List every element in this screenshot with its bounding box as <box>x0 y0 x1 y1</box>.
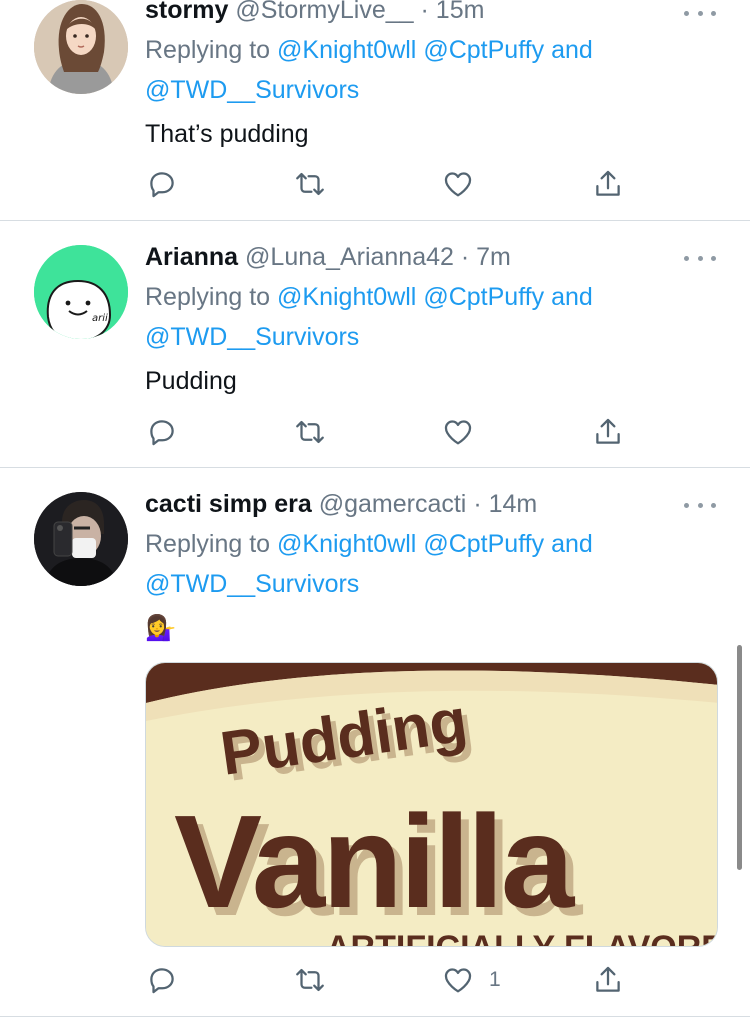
replying-prefix: Replying to <box>145 530 271 558</box>
retweet-button[interactable] <box>293 960 327 1000</box>
replying-to: Replying to @Knight0wll @CptPuffy and @T… <box>145 277 725 357</box>
like-button[interactable]: 1 <box>441 960 501 1000</box>
replying-to: Replying to @Knight0wll @CptPuffy and @T… <box>145 524 725 604</box>
tweet-image[interactable]: Pudding Pudding Vanilla Vanilla ARTIFICI… <box>145 662 718 947</box>
tweet-time[interactable]: 7m <box>476 243 511 271</box>
mention-conjunction[interactable]: and <box>551 36 593 64</box>
like-icon <box>444 420 472 445</box>
user-handle[interactable]: @gamercacti <box>319 490 467 518</box>
tweet-time[interactable]: 14m <box>489 490 538 518</box>
like-icon <box>444 172 472 197</box>
like-button[interactable] <box>441 164 475 204</box>
tweet-emoji: 💁‍♀️ <box>145 613 177 642</box>
tweet-actions: 1 <box>145 960 645 1000</box>
share-button[interactable] <box>591 960 625 1000</box>
retweet-icon <box>296 968 324 992</box>
mention-conjunction[interactable]: and <box>551 530 593 558</box>
tweet-stormy[interactable]: stormy @StormyLive__ · 15m Replying to @… <box>0 0 750 220</box>
reply-icon <box>150 968 174 994</box>
avatar-illustration <box>34 492 128 586</box>
separator-dot: · <box>460 243 470 271</box>
mention-link[interactable]: @TWD__Survivors <box>145 570 359 598</box>
mention-link[interactable]: @Knight0wll <box>277 283 416 311</box>
retweet-icon <box>296 420 324 444</box>
mention-link[interactable]: @TWD__Survivors <box>145 323 359 351</box>
like-count: 1 <box>489 968 501 991</box>
share-button[interactable] <box>591 412 625 452</box>
tweet-actions <box>145 164 645 204</box>
pudding-vanilla-image: Pudding Pudding Vanilla Vanilla ARTIFICI… <box>146 663 718 947</box>
reply-icon <box>150 420 174 446</box>
mention-link[interactable]: @CptPuffy <box>423 530 544 558</box>
like-button[interactable] <box>441 412 475 452</box>
image-text-vanilla: Vanilla <box>174 788 576 935</box>
scrollbar[interactable] <box>737 645 742 870</box>
mention-link[interactable]: @Knight0wll <box>277 530 416 558</box>
avatar[interactable] <box>34 492 128 586</box>
user-handle[interactable]: @StormyLive__ <box>235 0 413 24</box>
tweet-arianna[interactable]: arii Arianna @Luna_Arianna42 · 7m Replyi… <box>0 221 750 467</box>
image-text-flavored: ARTIFICIALLY FLAVORED <box>326 929 718 947</box>
tweet-actions <box>145 412 645 452</box>
share-button[interactable] <box>591 164 625 204</box>
separator-dot: · <box>420 0 429 24</box>
tweet-text: Pudding <box>145 367 237 395</box>
replying-to: Replying to @Knight0wll @CptPuffy and @T… <box>145 30 725 110</box>
display-name[interactable]: Arianna <box>145 243 238 271</box>
retweet-icon <box>296 172 324 196</box>
user-handle[interactable]: @Luna_Arianna42 <box>245 243 454 271</box>
reply-icon <box>150 172 174 198</box>
mention-link[interactable]: @CptPuffy <box>423 36 544 64</box>
mention-conjunction[interactable]: and <box>551 283 593 311</box>
display-name[interactable]: cacti simp era <box>145 490 312 518</box>
reply-button[interactable] <box>145 960 179 1000</box>
mention-link[interactable]: @CptPuffy <box>423 283 544 311</box>
mention-link[interactable]: @TWD__Survivors <box>145 76 359 104</box>
reply-button[interactable] <box>145 412 179 452</box>
tweet-text: That’s pudding <box>145 120 309 148</box>
tweet-time[interactable]: 15m <box>436 0 485 24</box>
share-icon <box>596 418 620 444</box>
tweet-header: cacti simp era @gamercacti · 14m <box>145 488 725 520</box>
separator-dot: · <box>473 490 482 518</box>
tweet-divider <box>0 1016 750 1017</box>
tweet-cacti[interactable]: cacti simp era @gamercacti · 14m Replyin… <box>0 468 750 1019</box>
retweet-button[interactable] <box>293 164 327 204</box>
mention-link[interactable]: @Knight0wll <box>277 36 416 64</box>
retweet-button[interactable] <box>293 412 327 452</box>
avatar-illustration <box>34 0 128 94</box>
avatar-caption: arii <box>92 313 108 324</box>
share-icon <box>596 170 620 196</box>
replying-prefix: Replying to <box>145 283 271 311</box>
avatar[interactable]: arii <box>34 245 128 339</box>
avatar[interactable] <box>34 0 128 94</box>
tweet-header: Arianna @Luna_Arianna42 · 7m <box>145 241 725 273</box>
replying-prefix: Replying to <box>145 36 271 64</box>
like-icon <box>444 968 472 993</box>
display-name[interactable]: stormy <box>145 0 228 24</box>
reply-button[interactable] <box>145 164 179 204</box>
tweet-header: stormy @StormyLive__ · 15m <box>145 0 725 26</box>
share-icon <box>596 966 620 992</box>
avatar-illustration: arii <box>34 245 128 339</box>
